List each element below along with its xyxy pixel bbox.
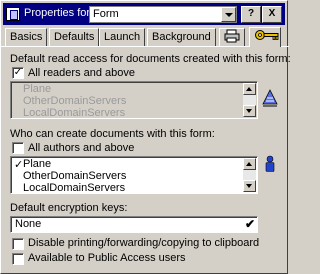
public-access-label: Available to Public Access users: [28, 252, 186, 264]
tab-strip: Basics Defaults Launch Background: [1, 27, 289, 47]
tab-defaults[interactable]: Defaults: [49, 28, 100, 46]
checkmark-icon[interactable]: ✔: [245, 217, 255, 231]
close-button[interactable]: X: [262, 6, 282, 23]
scroll-down-icon[interactable]: [243, 180, 256, 192]
scroll-down-icon[interactable]: [243, 105, 256, 117]
public-access-checkbox[interactable]: [12, 253, 24, 265]
tab-launch[interactable]: Launch: [99, 28, 146, 46]
disable-printing-checkbox[interactable]: [12, 238, 24, 250]
create-access-list[interactable]: ✓ Plane OtherDomainServers LocalDomainSe…: [10, 156, 258, 194]
encryption-keys-value: None: [15, 218, 42, 230]
tab-security[interactable]: [249, 27, 281, 47]
disable-printing-label: Disable printing/forwarding/copying to c…: [28, 237, 260, 249]
list-item[interactable]: OtherDomainServers: [23, 170, 126, 182]
person-icon: [265, 155, 275, 172]
author-picker-button[interactable]: [262, 155, 278, 173]
all-authors-checkbox[interactable]: [12, 142, 24, 154]
reader-picker-button[interactable]: [262, 89, 278, 107]
list-item: LocalDomainServers: [23, 107, 126, 119]
scroll-up-icon[interactable]: [243, 83, 256, 95]
all-readers-label: All readers and above: [28, 67, 136, 79]
create-access-heading: Who can create documents with this form:: [10, 128, 215, 140]
list-item[interactable]: LocalDomainServers: [23, 182, 125, 194]
printer-icon: [224, 29, 240, 43]
chevron-down-icon[interactable]: [221, 7, 236, 22]
tab-background[interactable]: Background: [147, 28, 216, 46]
tab-print[interactable]: [219, 28, 245, 46]
create-access-scrollbar[interactable]: [243, 158, 256, 192]
people-icon: [262, 89, 278, 107]
read-access-scrollbar[interactable]: [243, 83, 256, 117]
key-icon: [255, 30, 279, 40]
all-readers-checkbox[interactable]: ✓: [12, 67, 24, 79]
read-access-heading: Default read access for documents create…: [10, 53, 291, 65]
list-item: OtherDomainServers: [23, 95, 127, 107]
title-bar[interactable]: Properties for: Form ? X: [3, 3, 285, 25]
help-button[interactable]: ?: [241, 6, 261, 23]
all-authors-label: All authors and above: [28, 142, 135, 154]
encryption-keys-field[interactable]: None ✔: [10, 216, 258, 233]
title-label: Properties for:: [24, 7, 94, 19]
selected-check-icon: ✓: [14, 159, 24, 171]
tab-divider: [1, 46, 289, 47]
form-icon: [6, 7, 20, 21]
read-access-list[interactable]: Plane OtherDomainServers LocalDomainServ…: [10, 81, 258, 119]
properties-dialog: Properties for: Form ? X Basics Defaults…: [0, 0, 291, 274]
scroll-up-icon[interactable]: [243, 158, 256, 170]
encryption-heading: Default encryption keys:: [10, 202, 128, 214]
list-item[interactable]: Plane: [23, 158, 51, 170]
properties-for-value: Form: [93, 8, 119, 20]
tab-basics[interactable]: Basics: [5, 28, 48, 46]
list-item: Plane: [23, 83, 52, 95]
properties-for-select[interactable]: Form: [89, 6, 237, 23]
